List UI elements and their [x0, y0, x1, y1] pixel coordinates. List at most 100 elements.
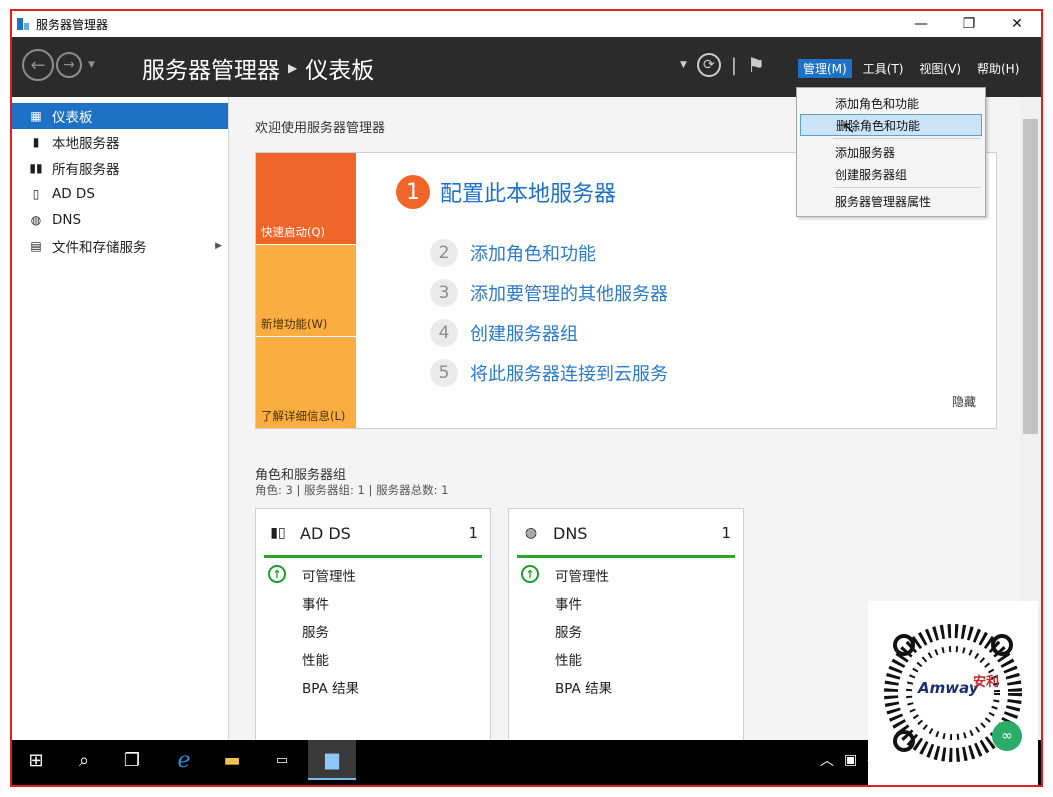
taskbar-server-manager[interactable]: ▆	[308, 740, 356, 780]
refresh-dropdown-icon[interactable]: ▼	[680, 60, 687, 70]
task-view-button[interactable]: ❐	[108, 740, 156, 780]
role-row-bpa[interactable]: BPA 结果	[555, 677, 612, 697]
menu-item-add-server[interactable]: 添加服务器	[800, 141, 982, 163]
tile-label: 快速启动(Q)	[261, 225, 326, 239]
notifications-flag-icon[interactable]: ⚑	[747, 53, 765, 77]
sidebar-item-label: 文件和存储服务	[52, 240, 147, 256]
tile-whats-new[interactable]: 新增功能(W)	[256, 245, 356, 336]
step-connect-cloud[interactable]: 5 将此服务器连接到云服务	[430, 359, 668, 387]
menu-view[interactable]: 视图(V)	[914, 59, 966, 78]
sidebar: ▦ 仪表板 ▮ 本地服务器 ▮▮ 所有服务器 ▯ AD DS ◍ DNS ▤ 文…	[12, 97, 229, 757]
amway-logo-cn: 安利	[973, 675, 1000, 690]
file-storage-icon: ▤	[30, 239, 42, 253]
sidebar-item-local-server[interactable]: ▮ 本地服务器	[12, 129, 228, 155]
mouse-cursor-icon: ↖	[842, 118, 856, 137]
menu-manage[interactable]: 管理(M)	[798, 59, 852, 78]
ad-ds-icon: ▯	[32, 187, 40, 201]
sidebar-item-dashboard[interactable]: ▦ 仪表板	[12, 103, 228, 129]
toolbar-divider: |	[730, 54, 737, 76]
start-button[interactable]: ⊞	[12, 740, 60, 780]
forward-arrow-icon: →	[63, 57, 75, 73]
step-link[interactable]: 添加角色和功能	[470, 240, 596, 266]
taskbar-explorer[interactable]: ▬	[208, 740, 256, 780]
role-row-events[interactable]: 事件	[302, 593, 329, 613]
sidebar-item-ad-ds[interactable]: ▯ AD DS	[12, 181, 228, 207]
refresh-icon[interactable]: ⟳	[696, 53, 721, 77]
taskbar-cmd[interactable]: ▭	[258, 740, 306, 780]
expand-arrow-icon[interactable]: ▶	[215, 241, 222, 251]
server-manager-icon: ▆	[325, 748, 339, 770]
sidebar-item-file-storage[interactable]: ▤ 文件和存储服务 ▶	[12, 233, 228, 259]
role-row-services[interactable]: 服务	[555, 621, 582, 641]
sidebar-item-all-servers[interactable]: ▮▮ 所有服务器	[12, 155, 228, 181]
scrollbar-thumb[interactable]	[1023, 119, 1038, 434]
back-button[interactable]: ←	[22, 49, 54, 81]
hide-link[interactable]: 隐藏	[952, 393, 976, 410]
tray-overflow-icon[interactable]: ︿	[820, 750, 834, 770]
step-link[interactable]: 创建服务器组	[470, 320, 578, 346]
manage-menu-dropdown: 添加角色和功能 删除角色和功能 ↖ 添加服务器 创建服务器组 服务器管理器属性	[796, 87, 986, 217]
breadcrumb: 服务器管理器 ▶ 仪表板	[142, 51, 374, 85]
role-row-manageability[interactable]: 可管理性	[555, 565, 609, 585]
menu-item-add-roles[interactable]: 添加角色和功能	[800, 92, 982, 114]
qr-code-overlay: Amway 安利 ∞	[868, 601, 1038, 785]
step-link[interactable]: 将此服务器连接到云服务	[470, 360, 668, 386]
step-configure-local-server[interactable]: 1 配置此本地服务器	[396, 175, 616, 209]
step-number: 5	[430, 359, 458, 387]
forward-button[interactable]: →	[56, 52, 82, 78]
role-count: 1	[721, 524, 731, 542]
search-button[interactable]: ⌕	[60, 740, 108, 780]
role-row-manageability[interactable]: 可管理性	[302, 565, 356, 585]
breadcrumb-page: 仪表板	[305, 58, 375, 84]
tile-quick-start[interactable]: 快速启动(Q)	[256, 153, 356, 244]
menu-item-properties[interactable]: 服务器管理器属性	[800, 190, 982, 212]
ad-ds-icon: ▮▯	[270, 525, 286, 541]
welcome-title: 欢迎使用服务器管理器	[255, 121, 386, 136]
status-ok-icon: ↑	[521, 565, 539, 583]
sidebar-item-label: 仪表板	[52, 110, 93, 126]
menu-item-create-group[interactable]: 创建服务器组	[800, 163, 982, 185]
sidebar-item-label: 所有服务器	[52, 162, 120, 178]
role-row-services[interactable]: 服务	[302, 621, 329, 641]
step-link[interactable]: 添加要管理的其他服务器	[470, 280, 668, 306]
wechat-miniprogram-icon: ∞	[992, 721, 1022, 751]
role-card-dns[interactable]: ◍ DNS 1 ↑ 可管理性 事件 服务 性能 BPA 结果	[508, 508, 744, 757]
maximize-button[interactable]: ❐	[945, 11, 993, 37]
role-row-performance[interactable]: 性能	[555, 649, 582, 669]
role-name: DNS	[553, 523, 588, 543]
menu-help[interactable]: 帮助(H)	[972, 59, 1024, 78]
server-icon: ▮	[32, 135, 40, 149]
taskbar-ie[interactable]: ℯ	[160, 740, 208, 780]
server-manager-icon	[17, 18, 29, 30]
tile-label: 了解详细信息(L)	[261, 409, 346, 423]
network-icon[interactable]: ▣	[844, 752, 857, 768]
windows-logo-icon: ⊞	[28, 749, 44, 771]
back-arrow-icon: ←	[30, 54, 46, 76]
step-number: 1	[396, 175, 430, 209]
step-number: 3	[430, 279, 458, 307]
role-row-bpa[interactable]: BPA 结果	[302, 677, 359, 697]
close-button[interactable]: ✕	[993, 11, 1041, 37]
sidebar-item-label: DNS	[52, 212, 82, 228]
step-add-servers[interactable]: 3 添加要管理的其他服务器	[430, 279, 668, 307]
tile-label: 新增功能(W)	[261, 317, 328, 331]
role-row-performance[interactable]: 性能	[302, 649, 329, 669]
minimize-button[interactable]: —	[897, 11, 945, 37]
step-link[interactable]: 配置此本地服务器	[440, 176, 616, 208]
role-row-events[interactable]: 事件	[555, 593, 582, 613]
menu-bar: 管理(M) 工具(T) 视图(V) 帮助(H)	[798, 59, 1030, 78]
step-number: 2	[430, 239, 458, 267]
amway-logo: Amway	[918, 679, 979, 697]
dns-icon: ◍	[524, 525, 538, 541]
menu-item-remove-roles[interactable]: 删除角色和功能 ↖	[800, 114, 982, 137]
menu-tools[interactable]: 工具(T)	[858, 59, 909, 78]
tile-learn-more[interactable]: 了解详细信息(L)	[256, 337, 356, 428]
dns-icon: ◍	[30, 213, 42, 227]
role-card-ad-ds[interactable]: ▮▯ AD DS 1 ↑ 可管理性 事件 服务 性能 BPA 结果	[255, 508, 491, 757]
sidebar-item-dns[interactable]: ◍ DNS	[12, 207, 228, 233]
step-add-roles[interactable]: 2 添加角色和功能	[430, 239, 596, 267]
step-create-group[interactable]: 4 创建服务器组	[430, 319, 578, 347]
roles-summary: 角色: 3 | 服务器组: 1 | 服务器总数: 1	[255, 483, 449, 497]
history-dropdown-icon[interactable]: ▼	[88, 60, 95, 70]
sidebar-item-label: 本地服务器	[52, 136, 120, 152]
